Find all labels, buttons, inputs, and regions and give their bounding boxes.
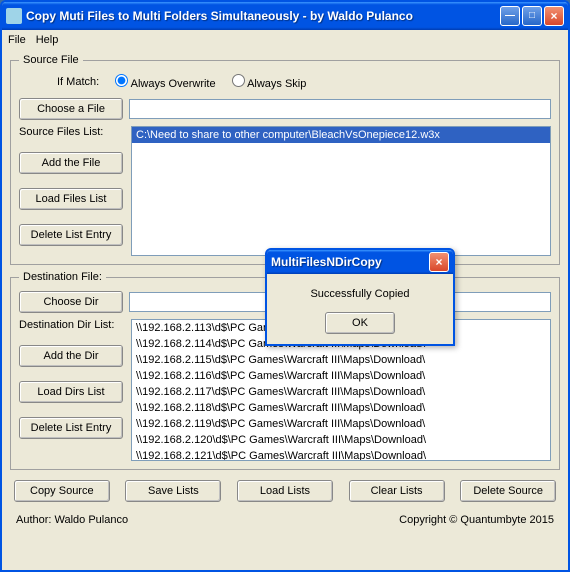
delete-source-button[interactable]: Delete Source bbox=[460, 480, 556, 502]
window-title: Copy Muti Files to Multi Folders Simulta… bbox=[26, 9, 498, 23]
menu-help[interactable]: Help bbox=[36, 34, 59, 46]
add-file-button[interactable]: Add the File bbox=[19, 152, 123, 174]
copyright-label: Copyright © Quantumbyte 2015 bbox=[399, 514, 554, 526]
load-lists-button[interactable]: Load Lists bbox=[237, 480, 333, 502]
dialog-titlebar: MultiFilesNDirCopy × bbox=[267, 250, 453, 274]
source-file-group: Source File If Match: Always Overwrite A… bbox=[10, 54, 560, 265]
copy-source-button[interactable]: Copy Source bbox=[14, 480, 110, 502]
add-dir-button[interactable]: Add the Dir bbox=[19, 345, 123, 367]
dest-legend: Destination File: bbox=[19, 271, 106, 283]
app-icon bbox=[6, 8, 22, 24]
list-item[interactable]: \\192.168.2.116\d$\PC Games\Warcraft III… bbox=[132, 368, 550, 384]
radio-overwrite[interactable]: Always Overwrite bbox=[115, 74, 215, 90]
list-item[interactable]: \\192.168.2.117\d$\PC Games\Warcraft III… bbox=[132, 384, 550, 400]
list-item[interactable]: \\192.168.2.115\d$\PC Games\Warcraft III… bbox=[132, 352, 550, 368]
if-match-label: If Match: bbox=[57, 76, 99, 88]
choose-dir-button[interactable]: Choose Dir bbox=[19, 291, 123, 313]
delete-source-entry-button[interactable]: Delete List Entry bbox=[19, 224, 123, 246]
list-item[interactable]: \\192.168.2.120\d$\PC Games\Warcraft III… bbox=[132, 432, 550, 448]
author-label: Author: Waldo Pulanco bbox=[16, 514, 128, 526]
load-dirs-list-button[interactable]: Load Dirs List bbox=[19, 381, 123, 403]
list-item[interactable]: \\192.168.2.118\d$\PC Games\Warcraft III… bbox=[132, 400, 550, 416]
save-lists-button[interactable]: Save Lists bbox=[125, 480, 221, 502]
dialog-close-button[interactable]: × bbox=[429, 252, 449, 272]
message-dialog: MultiFilesNDirCopy × Successfully Copied… bbox=[265, 248, 455, 346]
source-legend: Source File bbox=[19, 54, 83, 66]
close-button[interactable]: × bbox=[544, 6, 564, 26]
dialog-ok-button[interactable]: OK bbox=[325, 312, 395, 334]
choose-file-button[interactable]: Choose a File bbox=[19, 98, 123, 120]
list-item[interactable]: \\192.168.2.119\d$\PC Games\Warcraft III… bbox=[132, 416, 550, 432]
source-files-listbox[interactable]: C:\Need to share to other computer\Bleac… bbox=[131, 126, 551, 256]
dialog-message: Successfully Copied bbox=[275, 288, 445, 300]
titlebar: Copy Muti Files to Multi Folders Simulta… bbox=[2, 2, 568, 30]
footer: Author: Waldo Pulanco Copyright © Quantu… bbox=[10, 512, 560, 530]
delete-dest-entry-button[interactable]: Delete List Entry bbox=[19, 417, 123, 439]
clear-lists-button[interactable]: Clear Lists bbox=[349, 480, 445, 502]
list-item[interactable]: \\192.168.2.121\d$\PC Games\Warcraft III… bbox=[132, 448, 550, 461]
source-file-input[interactable] bbox=[129, 99, 551, 119]
source-list-label: Source Files List: bbox=[19, 126, 123, 138]
load-files-list-button[interactable]: Load Files List bbox=[19, 188, 123, 210]
dest-list-label: Destination Dir List: bbox=[19, 319, 123, 331]
maximize-button[interactable]: □ bbox=[522, 6, 542, 26]
dialog-title: MultiFilesNDirCopy bbox=[271, 255, 427, 269]
radio-skip[interactable]: Always Skip bbox=[232, 74, 307, 90]
bottom-toolbar: Copy Source Save Lists Load Lists Clear … bbox=[10, 476, 560, 506]
minimize-button[interactable]: — bbox=[500, 6, 520, 26]
menu-file[interactable]: File bbox=[8, 34, 26, 46]
menubar: File Help bbox=[2, 30, 568, 50]
list-item[interactable]: C:\Need to share to other computer\Bleac… bbox=[132, 127, 550, 143]
